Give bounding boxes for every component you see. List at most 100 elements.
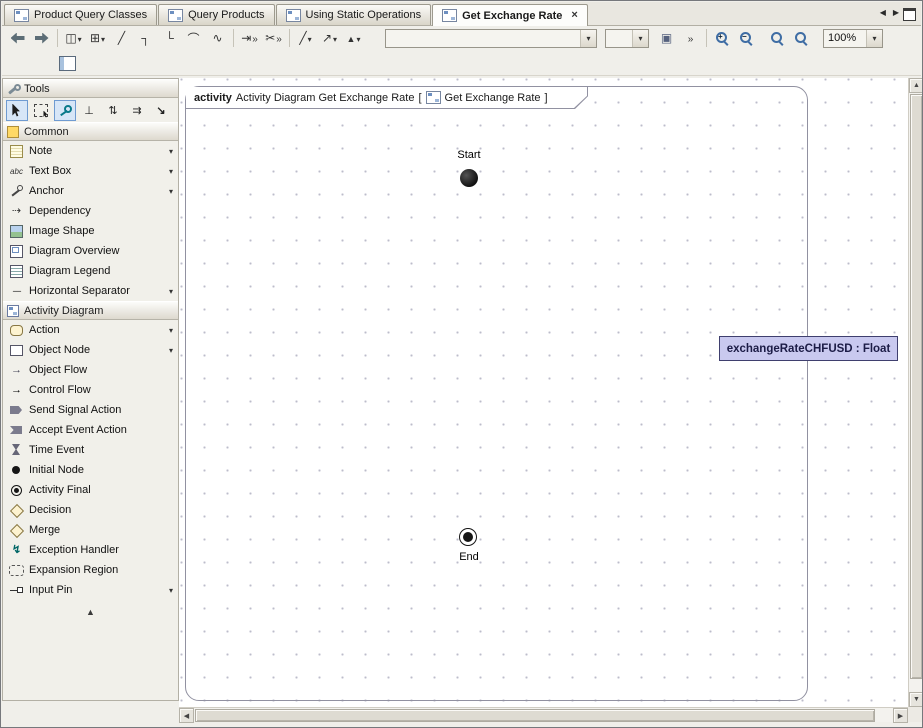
palette-diagram-overview[interactable]: Diagram Overview bbox=[3, 241, 178, 261]
palette-activity-final[interactable]: Activity Final bbox=[3, 480, 178, 500]
secondary-combobox[interactable] bbox=[605, 29, 649, 48]
combobox-dropdown-button[interactable] bbox=[580, 30, 596, 47]
insert-shape-button[interactable] bbox=[655, 27, 678, 50]
palette-item-label: Input Pin bbox=[29, 584, 164, 596]
pointer-tool-button[interactable] bbox=[6, 100, 28, 121]
path-end-style-button[interactable] bbox=[238, 27, 261, 50]
palette-initial-node[interactable]: Initial Node bbox=[3, 460, 178, 480]
swimlane-select-tool-button[interactable] bbox=[78, 100, 100, 121]
frame-title: Activity Diagram Get Exchange Rate bbox=[236, 92, 415, 104]
scroll-up-button[interactable]: ▲ bbox=[909, 78, 923, 93]
palette-object-node[interactable]: Object Node bbox=[3, 340, 178, 360]
arrowhead-style-button[interactable] bbox=[342, 27, 365, 50]
curved-path-button[interactable] bbox=[182, 27, 205, 50]
palette-accept-event-action[interactable]: Accept Event Action bbox=[3, 420, 178, 440]
section-header-common[interactable]: Common bbox=[3, 122, 178, 141]
path-end-icon bbox=[241, 31, 251, 45]
close-icon[interactable]: × bbox=[571, 10, 577, 21]
spline-path-button[interactable] bbox=[206, 27, 229, 50]
diagram-palette: Tools Common Note Text Box Anchor bbox=[2, 78, 179, 701]
palette-scroll-up-button[interactable]: ▲ bbox=[3, 604, 178, 620]
break-path-button[interactable] bbox=[262, 27, 285, 50]
zoom-in-button[interactable] bbox=[711, 27, 734, 50]
combobox-dropdown-button[interactable] bbox=[632, 30, 648, 47]
palette-expansion-region[interactable]: Expansion Region bbox=[3, 560, 178, 580]
section-header-tools[interactable]: Tools bbox=[3, 79, 178, 98]
zoom-out-button[interactable] bbox=[735, 27, 758, 50]
quick-connect-tool-button[interactable] bbox=[54, 100, 76, 121]
overflow-chevron-icon[interactable] bbox=[276, 31, 282, 45]
palette-merge[interactable]: Merge bbox=[3, 520, 178, 540]
chevron-down-icon[interactable] bbox=[169, 344, 173, 356]
element-search-combobox[interactable] bbox=[385, 29, 597, 48]
chevron-down-icon[interactable] bbox=[169, 324, 173, 336]
arrow-style-button[interactable] bbox=[318, 27, 341, 50]
structure-view-button[interactable] bbox=[56, 52, 79, 75]
distribute-tool-button[interactable] bbox=[126, 100, 148, 121]
palette-send-signal-action[interactable]: Send Signal Action bbox=[3, 400, 178, 420]
zoom-selection-button[interactable] bbox=[790, 27, 813, 50]
palette-exception-handler[interactable]: Exception Handler bbox=[3, 540, 178, 560]
palette-object-flow[interactable]: Object Flow bbox=[3, 360, 178, 380]
resize-tool-button[interactable] bbox=[150, 100, 172, 121]
palette-horizontal-separator[interactable]: Horizontal Separator bbox=[3, 281, 178, 301]
palette-anchor[interactable]: Anchor bbox=[3, 181, 178, 201]
chevron-down-icon[interactable] bbox=[308, 31, 312, 45]
oblique-path-button[interactable] bbox=[110, 27, 133, 50]
back-button[interactable] bbox=[6, 27, 29, 50]
rounded-path-button[interactable] bbox=[158, 27, 181, 50]
scroll-tabs-left-icon[interactable]: ◀ bbox=[880, 8, 886, 17]
palette-diagram-legend[interactable]: Diagram Legend bbox=[3, 261, 178, 281]
activity-final-node[interactable] bbox=[459, 528, 477, 546]
palette-action[interactable]: Action bbox=[3, 320, 178, 340]
chevron-down-icon[interactable] bbox=[169, 185, 173, 197]
palette-input-pin[interactable]: Input Pin bbox=[3, 580, 178, 600]
palette-note[interactable]: Note bbox=[3, 141, 178, 161]
toolbar-overflow-button[interactable] bbox=[679, 27, 702, 50]
combobox-dropdown-button[interactable] bbox=[866, 30, 882, 47]
tab-product-query-classes[interactable]: Product Query Classes bbox=[4, 4, 157, 25]
chevron-down-icon[interactable] bbox=[169, 285, 173, 297]
scroll-tabs-right-icon[interactable]: ▶ bbox=[893, 8, 899, 17]
vertical-scrollbar[interactable]: ▲ ▼ bbox=[908, 78, 923, 707]
horizontal-scrollbar[interactable]: ◀ ▶ bbox=[179, 707, 908, 722]
chevron-down-icon[interactable] bbox=[169, 584, 173, 596]
area-select-tool-button[interactable] bbox=[30, 100, 52, 121]
diagram-frame-header[interactable]: activity Activity Diagram Get Exchange R… bbox=[186, 87, 588, 109]
forward-button[interactable] bbox=[30, 27, 53, 50]
palette-time-event[interactable]: Time Event bbox=[3, 440, 178, 460]
chevron-down-icon[interactable] bbox=[101, 31, 105, 45]
scroll-down-button[interactable]: ▼ bbox=[909, 692, 923, 707]
palette-image-shape[interactable]: Image Shape bbox=[3, 221, 178, 241]
chevron-down-icon[interactable] bbox=[78, 31, 82, 45]
palette-dependency[interactable]: Dependency bbox=[3, 201, 178, 221]
diagram-canvas[interactable]: activity Activity Diagram Get Exchange R… bbox=[179, 78, 908, 707]
palette-decision[interactable]: Decision bbox=[3, 500, 178, 520]
object-node-exchange-rate[interactable]: exchangeRateCHFUSD : Float bbox=[719, 336, 898, 361]
activity-frame[interactable]: activity Activity Diagram Get Exchange R… bbox=[185, 86, 808, 701]
line-style-button[interactable] bbox=[294, 27, 317, 50]
restore-window-icon[interactable] bbox=[903, 8, 916, 21]
section-header-activity-diagram[interactable]: Activity Diagram bbox=[3, 301, 178, 320]
swimlane-tool-button[interactable] bbox=[62, 27, 85, 50]
fit-in-window-button[interactable] bbox=[766, 27, 789, 50]
scroll-left-button[interactable]: ◀ bbox=[179, 708, 194, 723]
chevron-down-icon[interactable] bbox=[356, 31, 360, 45]
chevron-down-icon[interactable] bbox=[169, 145, 173, 157]
tab-using-static-operations[interactable]: Using Static Operations bbox=[276, 4, 432, 25]
palette-control-flow[interactable]: Control Flow bbox=[3, 380, 178, 400]
tab-query-products[interactable]: Query Products bbox=[158, 4, 274, 25]
scroll-right-button[interactable]: ▶ bbox=[893, 708, 908, 723]
rectilinear-path-button[interactable] bbox=[134, 27, 157, 50]
chevron-down-icon[interactable] bbox=[333, 31, 337, 45]
tab-get-exchange-rate[interactable]: Get Exchange Rate × bbox=[432, 4, 588, 26]
palette-text-box[interactable]: Text Box bbox=[3, 161, 178, 181]
vertical-scroll-thumb[interactable] bbox=[910, 94, 923, 679]
horizontal-scroll-thumb[interactable] bbox=[195, 709, 875, 722]
grid-tool-button[interactable] bbox=[86, 27, 109, 50]
align-tool-button[interactable] bbox=[102, 100, 124, 121]
zoom-level-select[interactable]: 100% bbox=[823, 29, 883, 48]
overflow-chevron-icon[interactable] bbox=[252, 31, 258, 45]
initial-node[interactable] bbox=[460, 169, 478, 187]
chevron-down-icon[interactable] bbox=[169, 165, 173, 177]
